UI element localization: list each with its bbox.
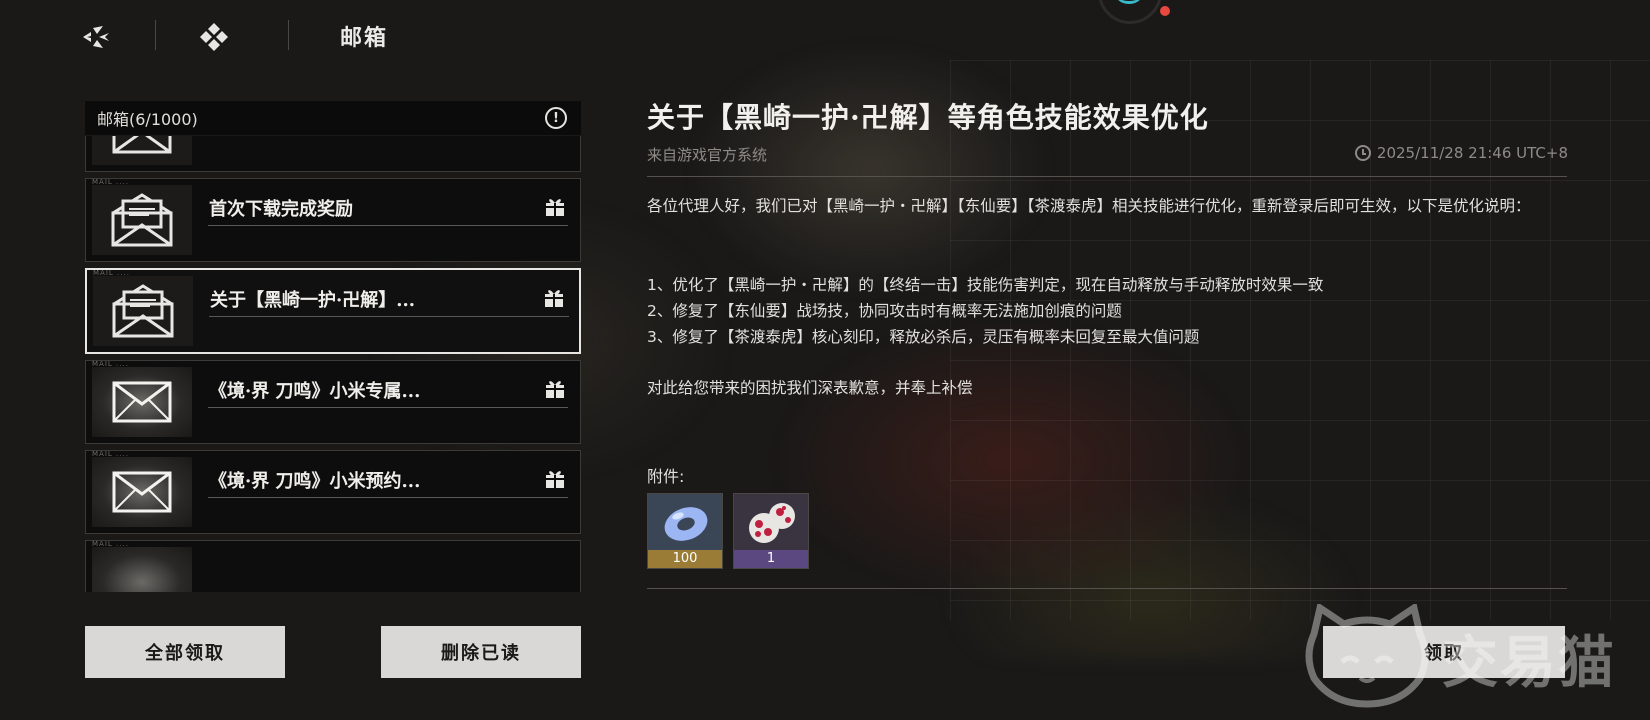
mail-body-item-2: 2、修复了【东仙要】战场技，协同攻击时有概率无法施加创痕的问题	[647, 302, 1122, 320]
mailbox-count: 邮箱(6/1000)	[97, 110, 198, 129]
gift-icon	[546, 199, 564, 216]
mail-body-item-3: 3、修复了【茶渡泰虎】核心刻印，释放必杀后，灵压有概率未回复至最大值问题	[647, 328, 1200, 346]
divider	[647, 176, 1567, 177]
wings-logo-icon[interactable]	[78, 18, 116, 56]
notification-dot	[1160, 6, 1170, 16]
divider	[208, 497, 568, 498]
red-dice-icon	[734, 494, 808, 552]
divider	[155, 20, 156, 50]
envelope-closed-icon	[92, 547, 192, 592]
attachment-item[interactable]: 100	[647, 493, 723, 569]
top-bar: 邮箱	[0, 0, 1650, 72]
blue-ring-icon	[648, 494, 722, 552]
mail-body-closing: 对此给您带来的困扰我们深表歉意，并奉上补偿	[647, 379, 973, 397]
mail-item[interactable]: MAIL .... 首次下载完成奖励	[85, 178, 581, 262]
watermark: 交易猫	[1302, 602, 1642, 714]
delete-read-button[interactable]: 删除已读	[381, 626, 581, 678]
envelope-closed-icon	[92, 457, 192, 527]
attachments-label: 附件:	[647, 467, 685, 486]
mail-body-intro: 各位代理人好，我们已对【黑崎一护・卍解】【东仙要】【茶渡泰虎】相关技能进行优化，…	[647, 197, 1531, 215]
mail-title: 《境·界 刀鸣》小米专属...	[209, 381, 421, 402]
cat-logo-icon	[1305, 602, 1429, 708]
divider	[209, 316, 569, 317]
mail-item[interactable]: MAIL .... 《境·界 刀鸣》小米专属...	[85, 360, 581, 444]
divider	[208, 407, 568, 408]
mail-item[interactable]: MAIL .... 《境·界 刀鸣》小米预约...	[85, 450, 581, 534]
attachment-item[interactable]: 1	[733, 493, 809, 569]
divider	[647, 588, 1567, 589]
envelope-open-icon	[93, 276, 193, 346]
mail-item-selected[interactable]: MAIL .... 关于【黑崎一护·卍解】...	[85, 268, 581, 354]
mail-timestamp: 2025/11/28 21:46 UTC+8	[1354, 144, 1568, 162]
info-alert-icon[interactable]: !	[545, 107, 567, 129]
mail-title: 《境·界 刀鸣》小米预约...	[209, 471, 421, 492]
claim-all-button[interactable]: 全部领取	[85, 626, 285, 678]
mail-title: 关于【黑崎一护·卍解】...	[210, 290, 416, 311]
mail-detail-title: 关于【黑崎一护·卍解】等角色技能效果优化	[647, 101, 1209, 134]
mail-item[interactable]	[85, 136, 581, 172]
divider	[208, 225, 568, 226]
timestamp-text: 2025/11/28 21:46 UTC+8	[1376, 144, 1568, 162]
mail-item[interactable]: MAIL ....	[85, 540, 581, 592]
divider	[288, 20, 289, 50]
mail-list[interactable]: MAIL .... 首次下载完成奖励 MAIL .... 关于【黑崎一护·卍解】…	[85, 136, 581, 592]
mail-sender: 来自游戏官方系统	[647, 146, 768, 164]
diamond-cluster-icon[interactable]	[195, 18, 233, 56]
attachment-count: 100	[648, 550, 722, 568]
gift-icon	[546, 381, 564, 398]
gift-icon	[546, 471, 564, 488]
envelope-open-icon	[92, 185, 192, 255]
watermark-text: 交易猫	[1442, 631, 1616, 696]
attachment-count: 1	[734, 550, 808, 568]
envelope-open-icon	[92, 136, 192, 165]
mail-body-item-1: 1、优化了【黑崎一护・卍解】的【终结一击】技能伤害判定，现在自动释放与手动释放时…	[647, 276, 1324, 294]
clock-icon	[1354, 145, 1371, 161]
mail-title: 首次下载完成奖励	[209, 199, 353, 220]
gift-icon	[545, 290, 563, 307]
envelope-closed-icon	[92, 367, 192, 437]
mailbox-header: 邮箱(6/1000) !	[85, 101, 581, 135]
page-title: 邮箱	[340, 25, 389, 51]
